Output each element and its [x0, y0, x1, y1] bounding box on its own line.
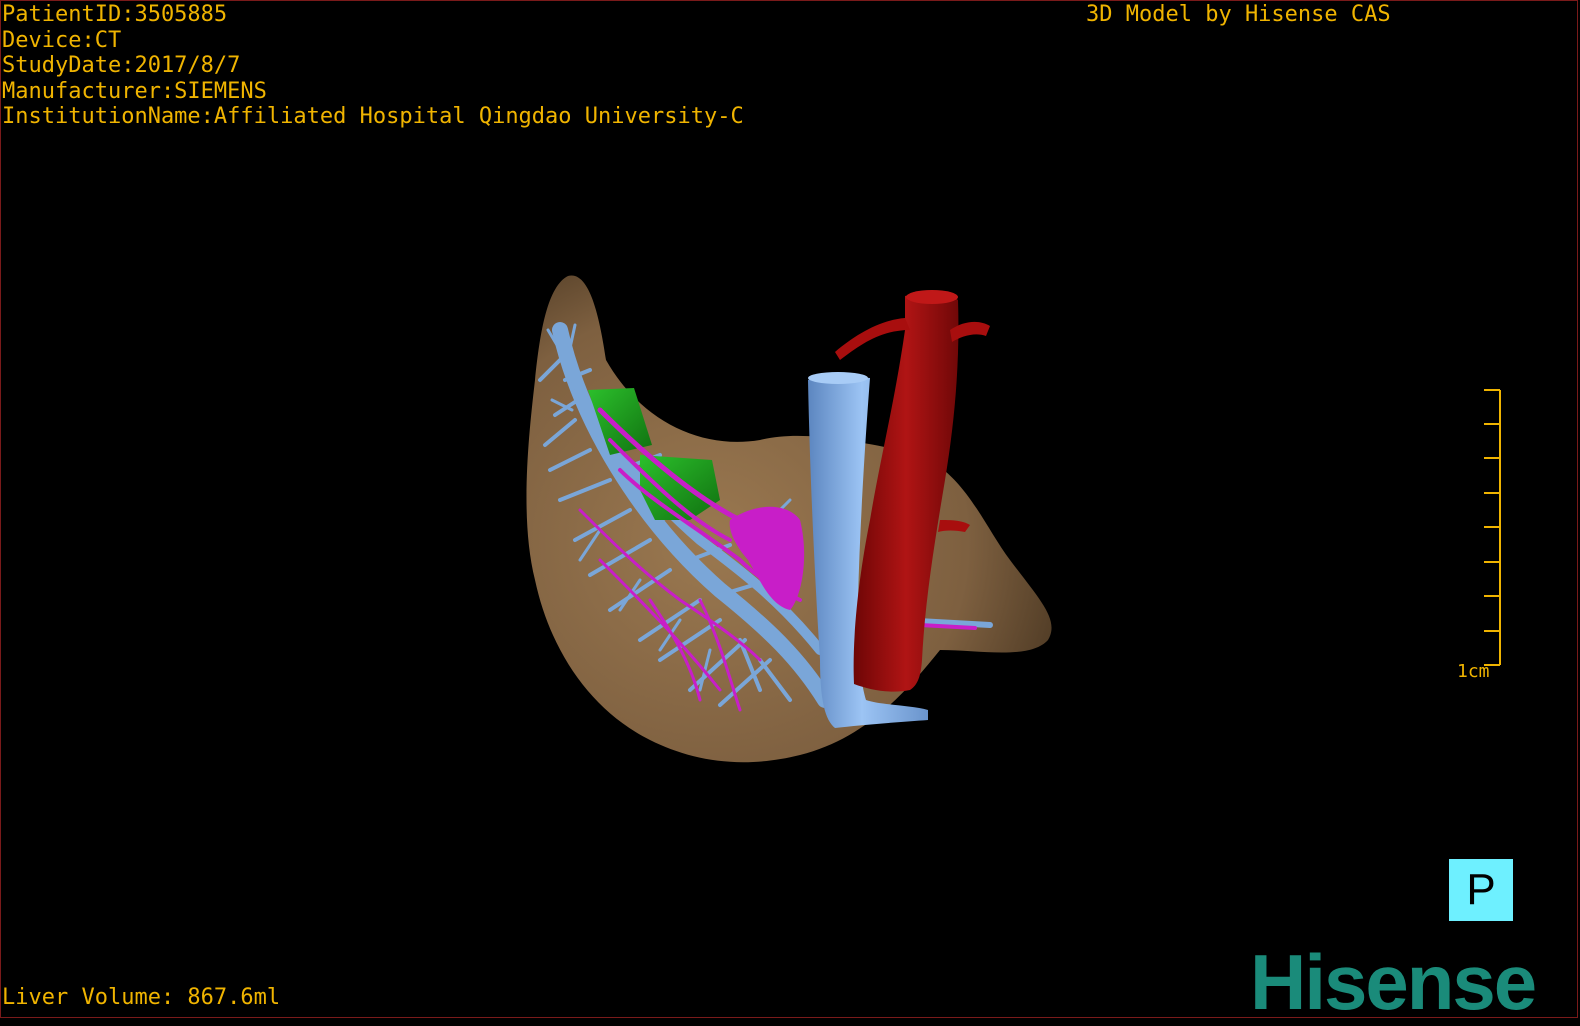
study-date-text: StudyDate:2017/8/7: [2, 53, 241, 78]
scale-bar-label: 1cm: [1457, 661, 1490, 682]
institution-text: InstitutionName:Affiliated Hospital Qing…: [2, 104, 744, 129]
patient-info-overlay: PatientID:3505885 Device:CT StudyDate:20…: [2, 2, 744, 130]
patient-id-text: PatientID:3505885: [2, 2, 228, 27]
manufacturer-text: Manufacturer:SIEMENS: [2, 78, 267, 104]
device-text: Device:CT: [2, 27, 122, 53]
orientation-marker[interactable]: P: [1449, 859, 1513, 921]
model-credit-text: 3D Model by Hisense CAS: [1086, 2, 1391, 27]
3d-model-viewport[interactable]: [0, 0, 1580, 1020]
hisense-logo: Hisense: [1250, 938, 1537, 1026]
scale-bar: [1484, 389, 1501, 666]
liver-volume-text: Liver Volume: 867.6ml: [2, 985, 281, 1010]
